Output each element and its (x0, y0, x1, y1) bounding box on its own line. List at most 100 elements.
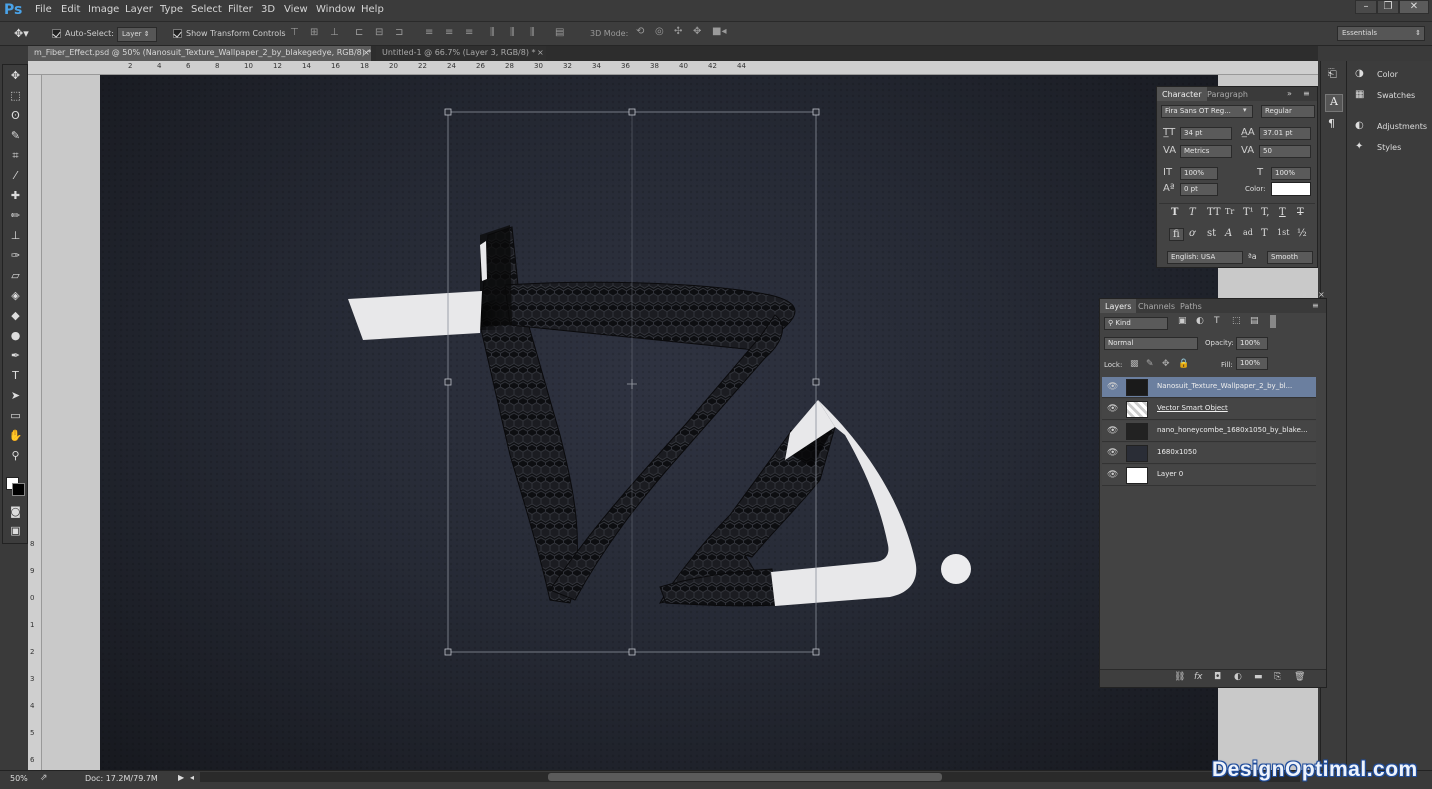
visibility-eye-icon[interactable]: 👁 (1107, 470, 1119, 480)
menu-filter[interactable]: Filter (228, 4, 253, 15)
hand-tool-icon[interactable]: ✋ (5, 427, 26, 445)
dock-swatches[interactable]: ▦ Swatches (1355, 89, 1415, 100)
close-panel-icon[interactable]: × (1318, 290, 1325, 299)
visibility-eye-icon[interactable]: 👁 (1107, 404, 1119, 414)
layer-row-1680x1050[interactable]: 👁 1680x1050 (1102, 443, 1316, 464)
lock-all-icon[interactable]: 🔒 (1178, 359, 1189, 369)
collapse-icon[interactable]: » (1287, 89, 1292, 98)
zoom-level[interactable]: 50% (10, 774, 28, 783)
font-style-dropdown[interactable]: Regular (1261, 105, 1315, 118)
subscript-button[interactable]: T, (1261, 207, 1269, 218)
restore-button[interactable]: ❐ (1377, 0, 1399, 14)
path-select-tool-icon[interactable]: ➤ (5, 387, 26, 405)
dock-adjustments[interactable]: ◐ Adjustments (1355, 120, 1427, 131)
menu-image[interactable]: Image (88, 4, 119, 15)
filter-adjustment-icon[interactable]: ◐ (1196, 316, 1204, 326)
distribute-bottom-icon[interactable]: ≡ (465, 27, 473, 38)
layer-row-vector-smart-object[interactable]: 👁 Vector Smart Object (1102, 399, 1316, 420)
tab-paths[interactable]: Paths (1175, 299, 1207, 313)
character-panel-icon[interactable]: A (1325, 94, 1343, 112)
lock-transparent-icon[interactable]: ▩ (1130, 359, 1139, 369)
faux-italic-button[interactable]: T (1189, 207, 1196, 218)
leading-field[interactable]: 37.01 pt (1259, 127, 1311, 140)
align-vcenter-icon[interactable]: ⊞ (310, 27, 318, 38)
eraser-tool-icon[interactable]: ▱ (5, 267, 26, 285)
panel-menu-icon[interactable]: ≡ (1303, 89, 1310, 98)
tab-fiber-effect[interactable]: m_Fiber_Effect.psd @ 50% (Nanosuit_Textu… (28, 46, 371, 61)
baseline-shift-field[interactable]: 0 pt (1180, 183, 1218, 196)
background-color-swatch[interactable] (12, 483, 25, 496)
auto-select-target-dropdown[interactable]: Layer ⇕ (117, 27, 157, 42)
distribute-right-icon[interactable]: ⫼ (530, 27, 535, 38)
menu-edit[interactable]: Edit (61, 4, 80, 15)
horizontal-scrollbar-thumb[interactable] (548, 773, 942, 781)
kerning-field[interactable]: Metrics (1180, 145, 1232, 158)
underline-button[interactable]: T (1279, 207, 1286, 218)
tab-paragraph[interactable]: Paragraph (1202, 87, 1253, 101)
dock-styles[interactable]: ✦ Styles (1355, 141, 1401, 152)
workspace-dropdown[interactable]: Essentials ⇕ (1337, 26, 1425, 41)
healing-brush-tool-icon[interactable]: ✚ (5, 187, 26, 205)
3d-roll-icon[interactable]: ◎ (655, 26, 664, 37)
blur-tool-icon[interactable]: ◆ (5, 307, 26, 325)
tab-close-icon[interactable]: × (537, 48, 544, 57)
eyedropper-tool-icon[interactable]: ⁄ (5, 167, 26, 185)
align-bottom-icon[interactable]: ⊥ (330, 27, 339, 38)
document-canvas[interactable] (100, 75, 1218, 770)
adjustment-icon[interactable]: ◐ (1234, 672, 1242, 682)
vertical-scale-field[interactable]: 100% (1180, 167, 1218, 180)
menu-type[interactable]: Type (160, 4, 183, 15)
distribute-hcenter-icon[interactable]: ⫼ (510, 27, 515, 38)
dodge-tool-icon[interactable]: ● (5, 327, 26, 345)
link-icon[interactable]: ⛓ (1174, 672, 1185, 682)
scroll-left-icon[interactable]: ◂ (190, 773, 194, 782)
menu-layer[interactable]: Layer (125, 4, 153, 15)
tab-character[interactable]: Character (1157, 87, 1207, 101)
paragraph-panel-icon[interactable]: ¶ (1328, 117, 1335, 130)
paint-bucket-tool-icon[interactable]: ◈ (5, 287, 26, 305)
pen-tool-icon[interactable]: ✒ (5, 347, 26, 365)
filter-toggle[interactable] (1270, 315, 1276, 328)
visibility-eye-icon[interactable]: 👁 (1107, 382, 1119, 392)
horizontal-scale-field[interactable]: 100% (1271, 167, 1311, 180)
fractions-button[interactable]: ½ (1297, 228, 1307, 239)
align-hcenter-icon[interactable]: ⊟ (375, 27, 383, 38)
export-icon[interactable]: ⇗ (40, 773, 48, 783)
stylistic-alternates-button[interactable]: A (1225, 228, 1232, 239)
history-brush-tool-icon[interactable]: ✑ (5, 247, 26, 265)
trash-icon[interactable]: 🗑 (1294, 672, 1305, 682)
menu-help[interactable]: Help (361, 4, 384, 15)
history-icon[interactable]: ⎗ (1328, 67, 1337, 81)
layer-row-nanosuit[interactable]: 👁 Nanosuit_Texture_Wallpaper_2_by_bl... (1102, 377, 1316, 398)
menu-file[interactable]: File (35, 4, 52, 15)
tab-close-icon[interactable]: × (363, 48, 370, 57)
lock-position-icon[interactable]: ✥ (1162, 359, 1170, 369)
show-transform-checkbox[interactable] (173, 29, 182, 38)
visibility-eye-icon[interactable]: 👁 (1107, 426, 1119, 436)
type-tool-icon[interactable]: T (5, 367, 26, 385)
tab-channels[interactable]: Channels (1133, 299, 1180, 313)
3d-pan-icon[interactable]: ✣ (674, 26, 682, 37)
3d-slide-icon[interactable]: ✥ (693, 26, 701, 37)
mask-icon[interactable]: ◘ (1214, 672, 1221, 682)
fx-icon[interactable]: fx (1194, 672, 1203, 682)
brush-tool-icon[interactable]: ✏ (5, 207, 26, 225)
quick-select-tool-icon[interactable]: ✎ (5, 127, 26, 145)
3d-scale-icon[interactable]: ■◂ (712, 26, 726, 37)
superscript-button[interactable]: T¹ (1243, 207, 1254, 218)
clone-stamp-tool-icon[interactable]: ⊥ (5, 227, 26, 245)
layer-row-layer-0[interactable]: 👁 Layer 0 (1102, 465, 1316, 486)
layer-row-nano-honeycombe[interactable]: 👁 nano_honeycombe_1680x1050_by_blake... (1102, 421, 1316, 442)
align-top-icon[interactable]: ⊤ (290, 27, 299, 38)
faux-bold-button[interactable]: T (1171, 207, 1178, 218)
close-button[interactable]: ✕ (1399, 0, 1429, 14)
screen-mode-icon[interactable]: ▣ (5, 522, 26, 540)
marquee-tool-icon[interactable]: ⬚ (5, 87, 26, 105)
auto-align-icon[interactable]: ▤ (555, 27, 564, 38)
distribute-left-icon[interactable]: ⫼ (490, 27, 495, 38)
swash-button[interactable]: st (1207, 228, 1216, 239)
font-family-dropdown[interactable]: Fira Sans OT Reg... (1161, 105, 1253, 118)
minimize-button[interactable]: – (1355, 0, 1377, 14)
3d-rotate-icon[interactable]: ⟲ (636, 26, 644, 37)
filter-shape-icon[interactable]: ⬚ (1232, 316, 1241, 326)
